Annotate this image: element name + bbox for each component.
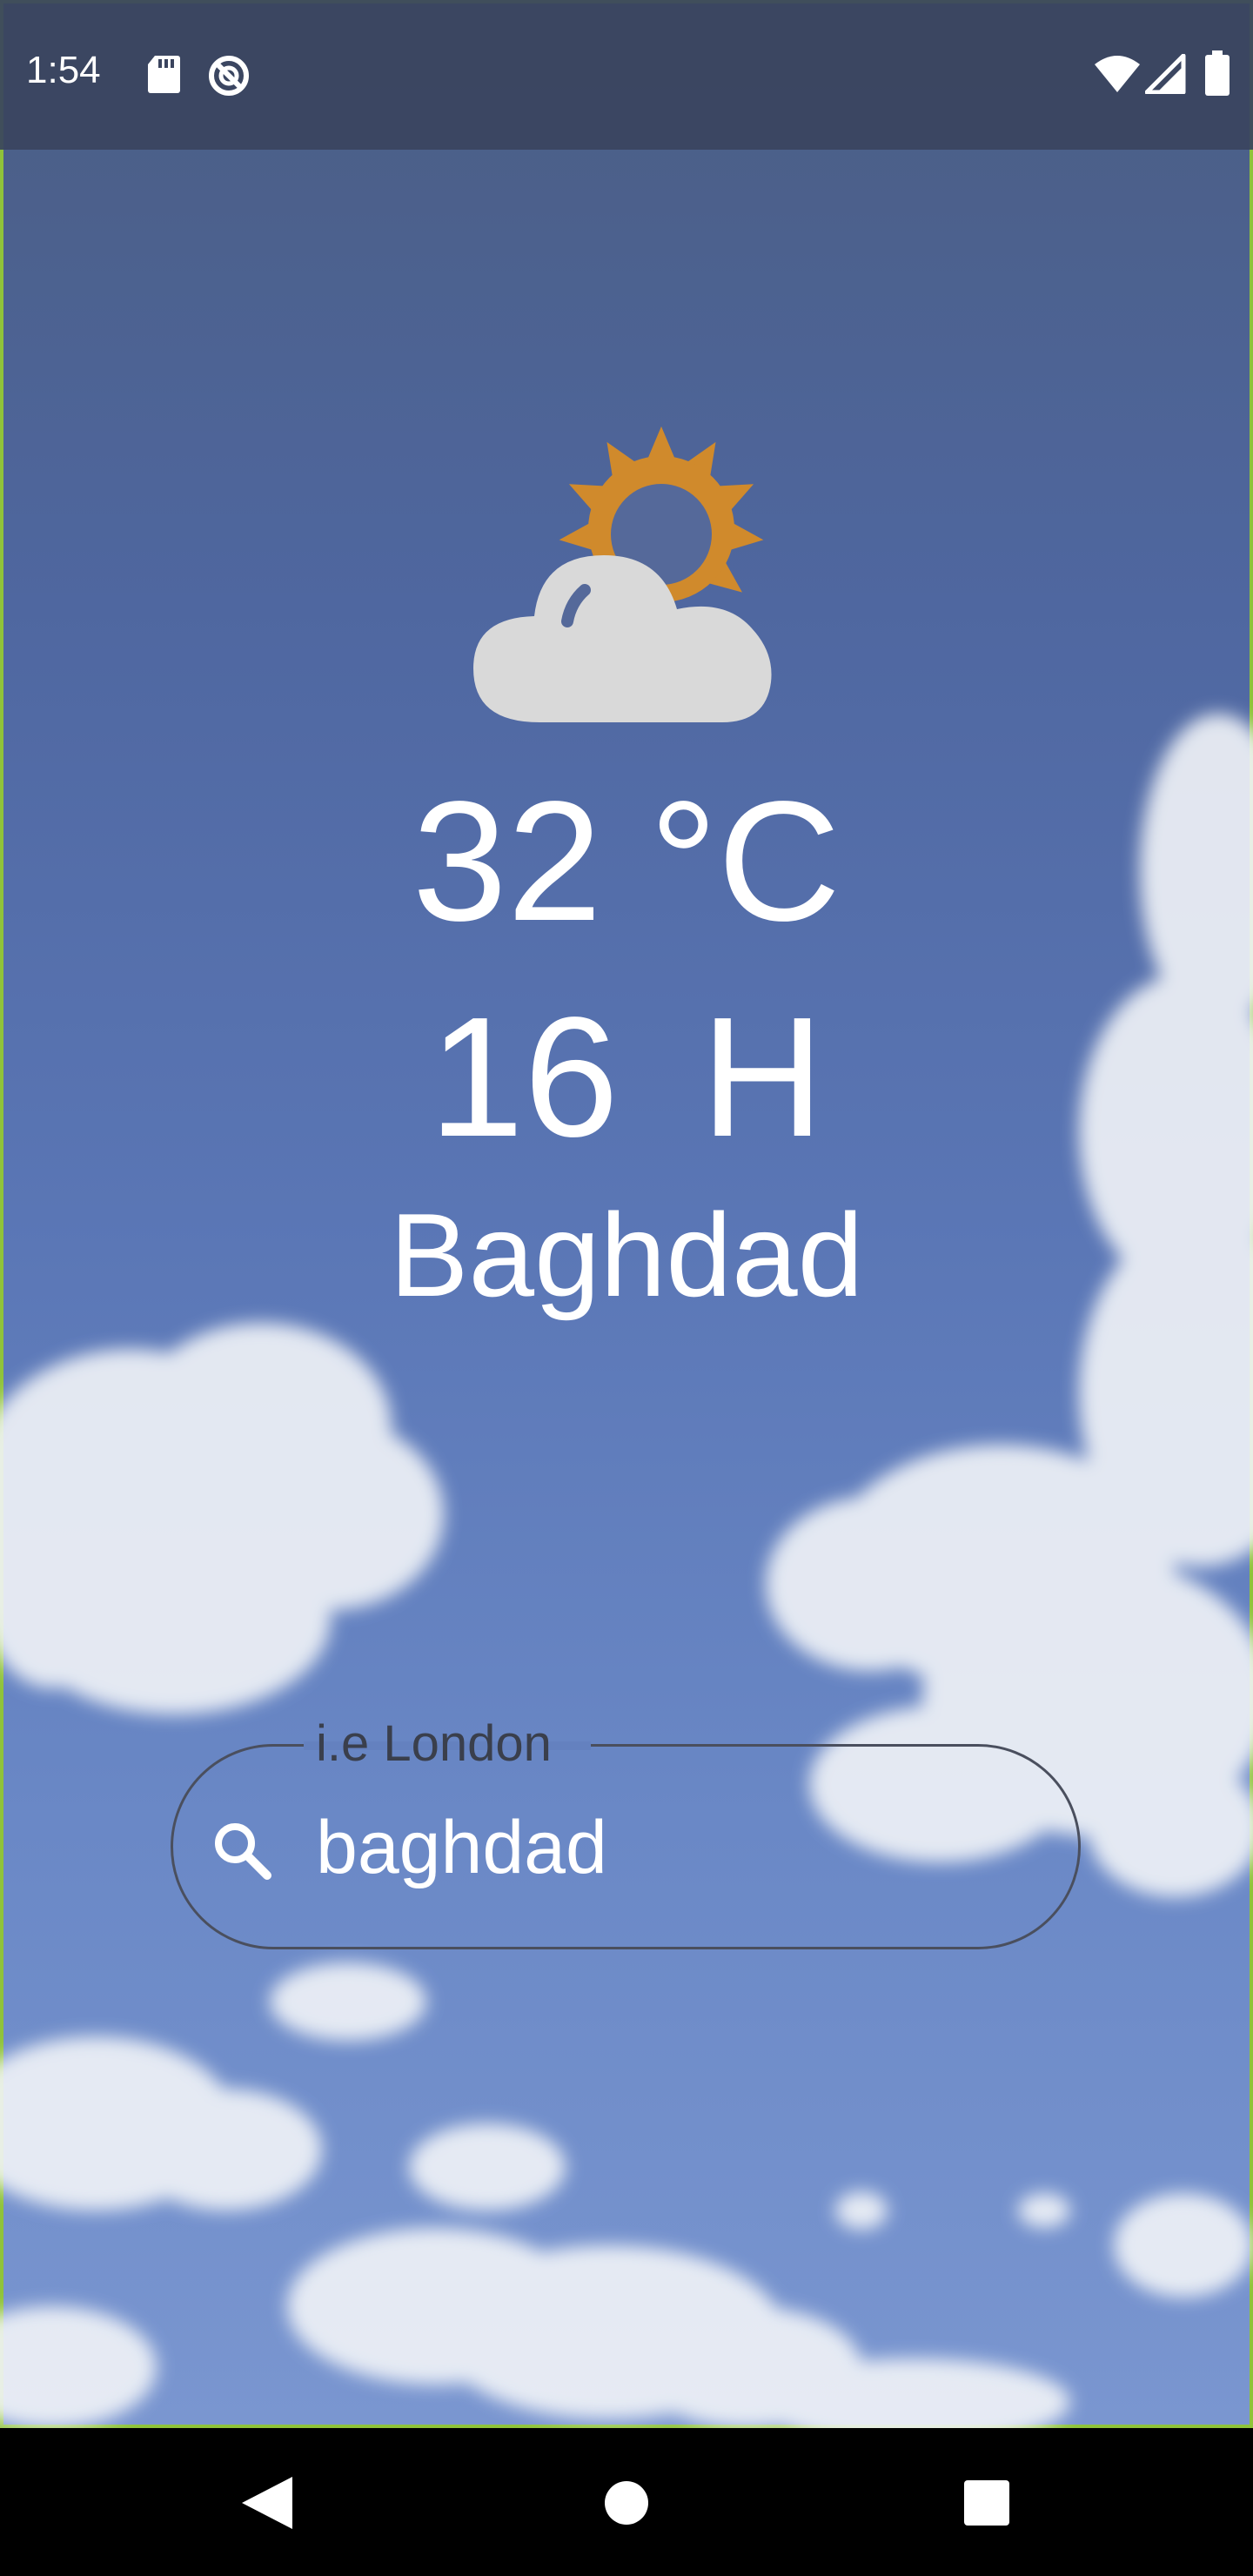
- signal-icon: [1145, 54, 1186, 94]
- search-field-label: i.e London: [302, 1717, 566, 1771]
- recents-icon[interactable]: [954, 2470, 1020, 2536]
- search-input[interactable]: [316, 1795, 1029, 1900]
- humidity-text: 16 H: [428, 982, 824, 1172]
- status-bar: 1:54: [0, 0, 1253, 150]
- home-icon[interactable]: [593, 2470, 660, 2536]
- temperature-text: 32 °C: [412, 766, 841, 956]
- sd-card-icon: [148, 56, 180, 93]
- status-time: 1:54: [26, 49, 101, 91]
- navigation-bar: [0, 2428, 1253, 2576]
- battery-icon: [1205, 50, 1230, 96]
- city-search-field[interactable]: i.e London: [171, 1717, 1081, 1949]
- partly-cloudy-icon: [473, 426, 772, 722]
- app-screen: 1:54 32 °C 16 H Baghdad i.e London baghd…: [0, 0, 1253, 2576]
- city-name: Baghdad: [389, 1189, 864, 1321]
- back-icon[interactable]: [235, 2470, 301, 2536]
- wifi-icon: [1095, 56, 1140, 92]
- search-icon[interactable]: [211, 1820, 272, 1881]
- no-sync-icon: [209, 56, 249, 96]
